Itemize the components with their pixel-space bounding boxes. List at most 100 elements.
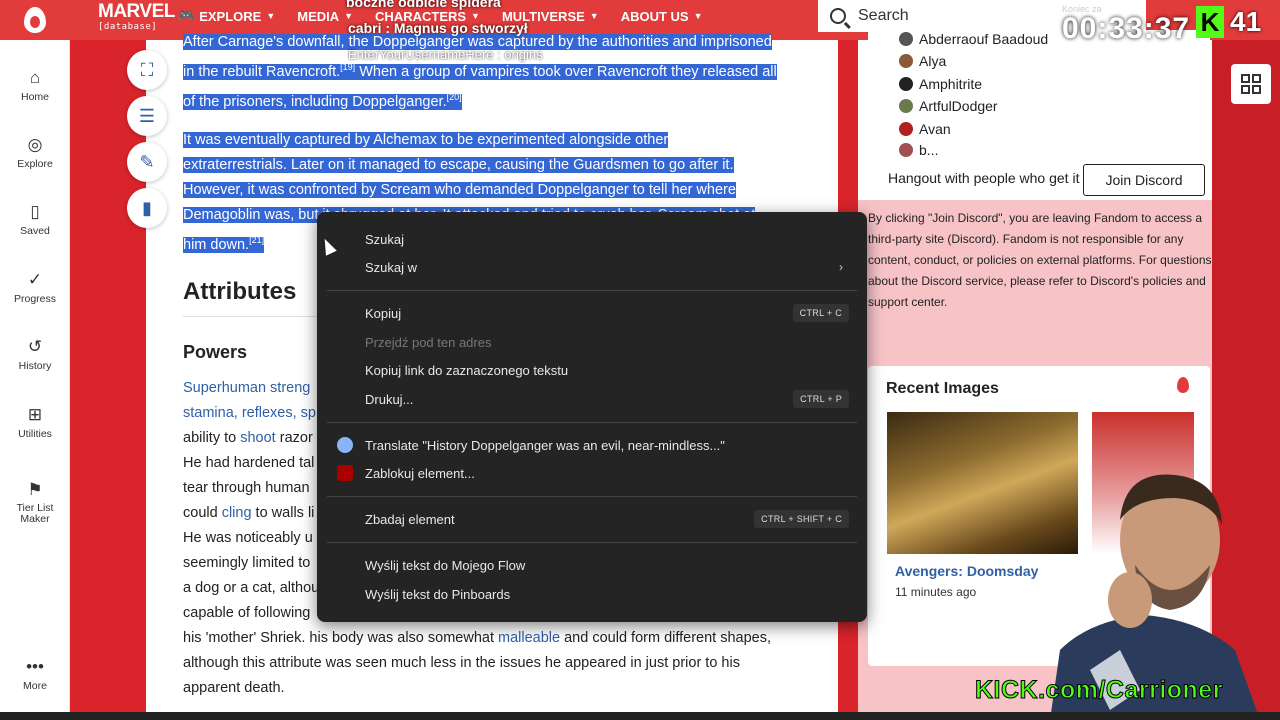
line-text: razor [275,430,313,446]
rail-progress[interactable]: ✓ Progress [0,270,70,305]
discord-tagline: Hangout with people who get it [888,170,1080,186]
toc-button[interactable]: ☰ [127,96,167,136]
menu-separator [327,496,857,497]
menu-item-send-to-flow[interactable]: Wyślij tekst do Mojego Flow [365,551,849,579]
menu-item-label: Wyślij tekst do Mojego Flow [365,557,526,573]
nav-about[interactable]: ABOUT US ▼ [621,9,703,24]
bookmark-button[interactable]: ▮ [127,188,167,228]
fullscreen-button[interactable]: ⛶ [127,50,167,90]
menu-item-search-in[interactable]: Szukaj w › [365,253,849,281]
line-text: his 'mother' Shriek. his body was also s… [183,630,499,646]
rail-more-label: More [23,680,47,692]
menu-separator [327,542,857,543]
rail-utilities[interactable]: ⊞ Utilities [0,405,70,440]
avatar [899,143,913,157]
member-name: ArtfulDodger [919,98,998,114]
apps-grid-button[interactable] [1231,64,1271,104]
selected-text: him down. [183,236,250,253]
expand-icon: ⛶ [140,59,154,80]
rail-progress-label: Progress [13,293,56,305]
avatar [899,32,913,46]
member-name: Amphitrite [919,76,983,92]
discord-member[interactable]: Abderraouf Baadoud [899,31,1048,47]
rail-home[interactable]: ⌂ Home [0,68,70,103]
menu-item-copy[interactable]: Kopiuj CTRL + C [365,299,849,327]
ublock-icon [337,465,353,481]
marvel-database-logo[interactable]: MARVEL [database] [98,2,175,33]
line-text: could [183,505,222,521]
line-text: a dog or a cat, althou [183,580,320,596]
rail-saved[interactable]: ▯ Saved [0,202,70,237]
search-icon [830,8,846,24]
menu-item-label: Wyślij tekst do Pinboards [365,586,511,602]
avatar [899,77,913,91]
paragraph-line: It was eventually captured by Alchemax t… [183,128,803,153]
paragraph-line: of the prisoners, including Doppelganger… [183,85,803,115]
text-line: although this attribute was seen much le… [183,651,823,676]
rail-history[interactable]: ↺ History [0,337,70,372]
line-text: capable of following [183,605,311,621]
selected-text: in the rebuilt Ravencroft. [183,63,341,80]
discord-member[interactable]: b... [899,143,938,157]
rail-saved-label: Saved [20,225,50,237]
menu-item-print[interactable]: Drukuj... CTRL + P [365,385,849,413]
menu-separator [327,290,857,291]
link[interactable]: cling [222,505,252,521]
line-text: He was noticeably u [183,530,313,546]
reference-link[interactable]: [19] [340,62,355,72]
edit-button[interactable]: ✎ [127,142,167,182]
rail-tier-list[interactable]: ⚑ Tier List Maker [0,480,70,525]
rail-explore-label: Explore [17,158,53,170]
compass-icon: ◎ [27,135,43,154]
discord-member[interactable]: Avan [899,121,951,137]
rail-tier-list-label: Tier List Maker [16,502,54,525]
nav-explore-label: EXPLORE [199,8,262,24]
menu-item-inspect[interactable]: Zbadaj element CTRL + SHIFT + C [365,505,849,533]
menu-item-label: Kopiuj link do zaznaczonego tekstu [365,362,569,378]
rail-explore[interactable]: ◎ Explore [0,135,70,170]
more-icon: ••• [26,657,44,676]
menu-item-send-to-pinboards[interactable]: Wyślij tekst do Pinboards [365,580,849,608]
reference-link[interactable]: [20] [447,92,462,102]
member-name: Avan [919,121,951,137]
selected-text: extraterrestrials. Later on it managed t… [183,157,734,173]
chevron-down-icon: ▼ [266,11,276,21]
bookmark-icon: ▮ [142,197,152,218]
line-text: to walls li [251,505,315,521]
discord-member[interactable]: Amphitrite [899,76,982,92]
link[interactable]: stamina, reflexes, sp [183,405,316,421]
rail-history-label: History [18,360,52,372]
menu-shortcut: CTRL + P [793,390,849,408]
history-icon: ↺ [27,337,43,356]
text-line: his 'mother' Shriek. his body was also s… [183,626,823,651]
menu-item-go-to-address: Przejdź pod ten adres [365,328,849,356]
context-menu: Szukaj Szukaj w › Kopiuj CTRL + C Przejdź … [317,212,867,622]
member-name: b... [919,143,939,157]
search-placeholder: Search [858,7,909,24]
link[interactable]: malleable [498,630,560,646]
link[interactable]: shoot [240,430,275,446]
reference-link[interactable]: [21] [249,235,264,245]
join-discord-button[interactable]: Join Discord [1083,164,1205,196]
menu-item-copy-link-to-text[interactable]: Kopiuj link do zaznaczonego tekstu [365,356,849,384]
discord-member[interactable]: Alya [899,53,946,69]
menu-item-search[interactable]: Szukaj [365,225,849,253]
logo-subtext: [database] [98,22,158,32]
rail-home-label: Home [20,91,49,103]
link[interactable]: Superhuman streng [183,380,310,396]
chevron-down-icon: ▼ [693,11,703,21]
discord-member[interactable]: ArtfulDodger [899,98,998,114]
rail-more[interactable]: ••• More [0,657,70,692]
selected-text: However, it was confronted by Scream who… [183,182,736,198]
fandom-logo[interactable] [0,0,70,40]
avatar [899,99,913,113]
chevron-down-icon: ▼ [589,11,599,21]
menu-item-translate[interactable]: Translate "History Doppelganger was an e… [337,431,849,459]
line-text: He had hardened tal [183,455,315,471]
nav-explore[interactable]: 🎮 EXPLORE ▼ [178,8,275,24]
menu-separator [327,422,857,423]
avatar [899,122,913,136]
nav-media[interactable]: MEDIA ▼ [297,9,353,24]
line-text: seemingly limited to [183,555,311,571]
menu-item-block-element[interactable]: Zablokuj element... [337,459,849,487]
